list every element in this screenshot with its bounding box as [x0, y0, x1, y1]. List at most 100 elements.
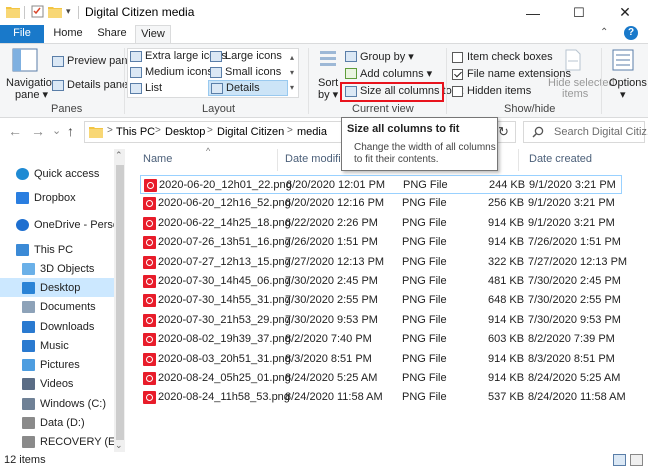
- file-row[interactable]: 2020-07-30_14h55_31.png 7/30/2020 2:55 PM…: [140, 291, 622, 310]
- scroll-up-arrow[interactable]: ⌃: [115, 150, 123, 161]
- minimize-button[interactable]: —: [510, 0, 556, 25]
- new-folder-icon[interactable]: [48, 5, 62, 18]
- computer-icon: [16, 243, 29, 256]
- nav-scrollbar-thumb[interactable]: [116, 165, 124, 440]
- recent-locations-button[interactable]: ⌄: [52, 124, 61, 137]
- tab-view[interactable]: View: [135, 25, 171, 43]
- layout-details[interactable]: Details: [208, 80, 288, 96]
- maximize-button[interactable]: ☐: [556, 0, 602, 25]
- file-modified: 8/3/2020 8:51 PM: [285, 352, 372, 365]
- preview-pane-button[interactable]: Preview pane: [52, 55, 134, 67]
- crumb-separator[interactable]: >: [107, 125, 113, 136]
- column-date-created[interactable]: Date created: [529, 153, 592, 165]
- tab-share[interactable]: Share: [92, 25, 132, 43]
- column-name[interactable]: Name: [143, 153, 172, 165]
- crumb-separator[interactable]: >: [287, 125, 293, 136]
- large-icons-view-icon[interactable]: [630, 454, 643, 466]
- nav-item[interactable]: Pictures: [0, 355, 114, 374]
- file-row[interactable]: 2020-07-26_13h51_16.png 7/26/2020 1:51 PM…: [140, 233, 622, 252]
- sort-by-icon[interactable]: [318, 48, 338, 72]
- nav-item[interactable]: Videos: [0, 374, 114, 393]
- nav-item[interactable]: 3D Objects: [0, 259, 114, 278]
- file-row[interactable]: 2020-07-30_21h53_29.png 7/30/2020 9:53 PM…: [140, 311, 622, 330]
- file-row[interactable]: 2020-08-02_19h39_37.png 8/2/2020 7:40 PM P…: [140, 330, 622, 349]
- forward-button[interactable]: →: [31, 123, 45, 139]
- nav-item[interactable]: Desktop: [0, 278, 114, 297]
- videos-icon: [22, 377, 35, 390]
- layout-small-icons[interactable]: Small icons: [210, 66, 281, 78]
- back-button[interactable]: ←: [8, 123, 22, 139]
- layout-large-icons[interactable]: Large icons: [210, 50, 282, 62]
- options-caret[interactable]: ▾: [620, 88, 626, 101]
- file-row[interactable]: 2020-08-03_20h51_31.png 8/3/2020 8:51 PM P…: [140, 350, 622, 369]
- layout-label: Medium icons: [145, 66, 213, 78]
- sort-by-button-line2[interactable]: by ▾: [318, 88, 338, 101]
- details-pane-button[interactable]: Details pane: [52, 79, 128, 91]
- file-created: 7/26/2020 1:51 PM: [528, 236, 621, 249]
- crumb-separator[interactable]: >: [207, 125, 213, 136]
- navigation-pane-button-line2[interactable]: pane ▾: [15, 88, 48, 101]
- nav-item[interactable]: Documents: [0, 297, 114, 316]
- file-name: 2020-08-02_19h39_37.png: [158, 333, 291, 346]
- png-file-icon: [143, 333, 156, 347]
- nav-item[interactable]: Data (D:): [0, 413, 114, 432]
- file-row[interactable]: 2020-06-20_12h16_52.png 6/20/2020 12:16 P…: [140, 194, 622, 213]
- file-name: 2020-07-30_14h55_31.png: [158, 294, 291, 307]
- file-type: PNG File: [402, 197, 447, 210]
- nav-item[interactable]: Dropbox: [0, 188, 114, 207]
- file-row[interactable]: 2020-08-24_05h25_01.png 8/24/2020 5:25 AM…: [140, 369, 622, 388]
- file-name: 2020-08-24_05h25_01.png: [158, 372, 291, 384]
- options-icon[interactable]: [612, 49, 634, 71]
- options-button[interactable]: Options: [609, 77, 647, 89]
- hide-selected-icon[interactable]: [563, 49, 583, 71]
- refresh-button[interactable]: ↻: [498, 124, 509, 140]
- customize-toolbar-icon[interactable]: ▾: [66, 6, 71, 17]
- layout-list[interactable]: List: [130, 82, 162, 94]
- group-by-button[interactable]: Group by ▾: [345, 50, 414, 63]
- large-icons-icon: [210, 50, 222, 62]
- file-row[interactable]: 2020-07-30_14h45_06.png 7/30/2020 2:45 PM…: [140, 272, 622, 291]
- file-row[interactable]: 2020-06-22_14h25_18.png 6/22/2020 2:26 PM…: [140, 214, 622, 233]
- crumb-media[interactable]: media: [297, 126, 327, 138]
- file-row[interactable]: 2020-06-20_12h01_22.png 6/20/2020 12:01 P…: [140, 175, 622, 194]
- help-icon[interactable]: ?: [624, 26, 638, 40]
- column-separator[interactable]: [518, 149, 519, 171]
- item-check-boxes-toggle[interactable]: Item check boxes: [452, 51, 553, 63]
- collapse-ribbon-icon[interactable]: ⌃: [600, 27, 608, 38]
- column-separator[interactable]: [277, 149, 278, 171]
- nav-item-label: Desktop: [40, 281, 81, 294]
- hidden-items-toggle[interactable]: Hidden items: [452, 85, 531, 97]
- nav-item[interactable]: OneDrive - Person: [0, 215, 114, 234]
- hide-selected-button-line2[interactable]: items: [562, 88, 588, 100]
- file-row[interactable]: 2020-07-27_12h13_15.png 7/27/2020 12:13 P…: [140, 253, 627, 272]
- file-modified: 8/24/2020 11:58 AM: [285, 391, 383, 404]
- nav-item[interactable]: Quick access: [0, 164, 114, 183]
- close-button[interactable]: ✕: [602, 0, 648, 25]
- nav-item[interactable]: Music: [0, 336, 114, 355]
- details-icon: [211, 82, 223, 94]
- nav-item[interactable]: RECOVERY (E:): [0, 432, 114, 451]
- up-button[interactable]: ↑: [67, 123, 74, 139]
- layout-medium-icons[interactable]: Medium icons: [130, 66, 213, 78]
- file-row[interactable]: 2020-08-24_11h58_53.png 8/24/2020 11:58 A…: [140, 388, 626, 407]
- navigation-pane-icon[interactable]: [12, 48, 38, 72]
- tab-file[interactable]: File: [0, 25, 44, 43]
- file-created: 7/30/2020 2:45 PM: [528, 275, 621, 287]
- crumb-desktop[interactable]: Desktop: [165, 126, 205, 138]
- search-box[interactable]: Search Digital Citiz...: [523, 121, 648, 143]
- add-columns-button[interactable]: Add columns ▾: [345, 67, 432, 80]
- file-created: 9/1/2020 3:21 PM: [528, 216, 615, 229]
- details-view-icon[interactable]: [613, 454, 626, 466]
- file-size: 322 KB: [488, 255, 525, 268]
- file-type: PNG File: [402, 294, 447, 307]
- tab-home[interactable]: Home: [48, 25, 88, 43]
- nav-item[interactable]: Downloads: [0, 317, 114, 336]
- crumb-separator[interactable]: >: [155, 125, 161, 136]
- properties-icon[interactable]: [31, 5, 45, 18]
- scroll-down-arrow[interactable]: ⌄: [115, 440, 123, 451]
- crumb-digital-citizen[interactable]: Digital Citizen: [217, 126, 284, 138]
- nav-item[interactable]: Windows (C:): [0, 394, 114, 413]
- crumb-this-pc[interactable]: This PC: [116, 126, 155, 138]
- nav-item[interactable]: This PC: [0, 240, 114, 259]
- layout-gallery-scroll[interactable]: ▴ ▾ ▾: [290, 50, 294, 95]
